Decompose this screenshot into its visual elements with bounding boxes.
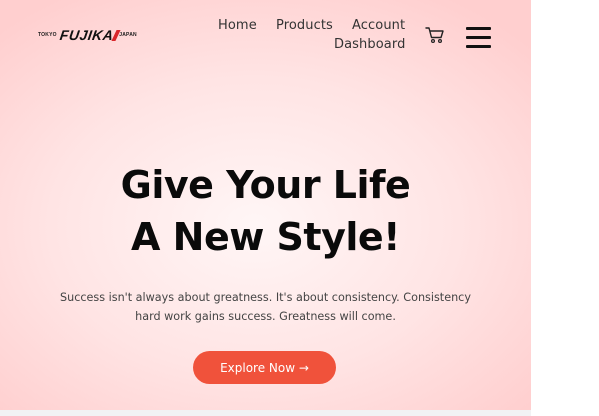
nav-link-dashboard[interactable]: Dashboard — [334, 37, 405, 52]
hamburger-menu-icon[interactable] — [465, 26, 493, 48]
nav-link-account[interactable]: Account — [352, 18, 405, 33]
nav-link-products[interactable]: Products — [276, 18, 333, 33]
brand-logo[interactable]: TOKYO FUJIKA JAPAN — [38, 27, 137, 43]
page-bottom-edge — [0, 410, 531, 416]
hero-subtext-line-2: hard work gains success. Greatness will … — [135, 310, 396, 323]
logo-brand-text: FUJIKA — [58, 27, 115, 43]
hero-subtext-line-1: Success isn't always about greatness. It… — [60, 291, 471, 304]
nav-link-home[interactable]: Home — [218, 18, 257, 33]
hero-section: TOKYO FUJIKA JAPAN Home Products Account… — [0, 0, 531, 410]
logo-left-text: TOKYO — [38, 32, 57, 38]
explore-now-button[interactable]: Explore Now → — [193, 351, 336, 384]
hero-subtext: Success isn't always about greatness. It… — [30, 288, 501, 326]
shopping-cart-icon[interactable] — [425, 26, 445, 44]
hero-headline-line-1: Give Your Life — [120, 163, 411, 207]
hero-headline-line-2: A New Style! — [131, 215, 400, 259]
logo-right-text: JAPAN — [119, 32, 137, 38]
